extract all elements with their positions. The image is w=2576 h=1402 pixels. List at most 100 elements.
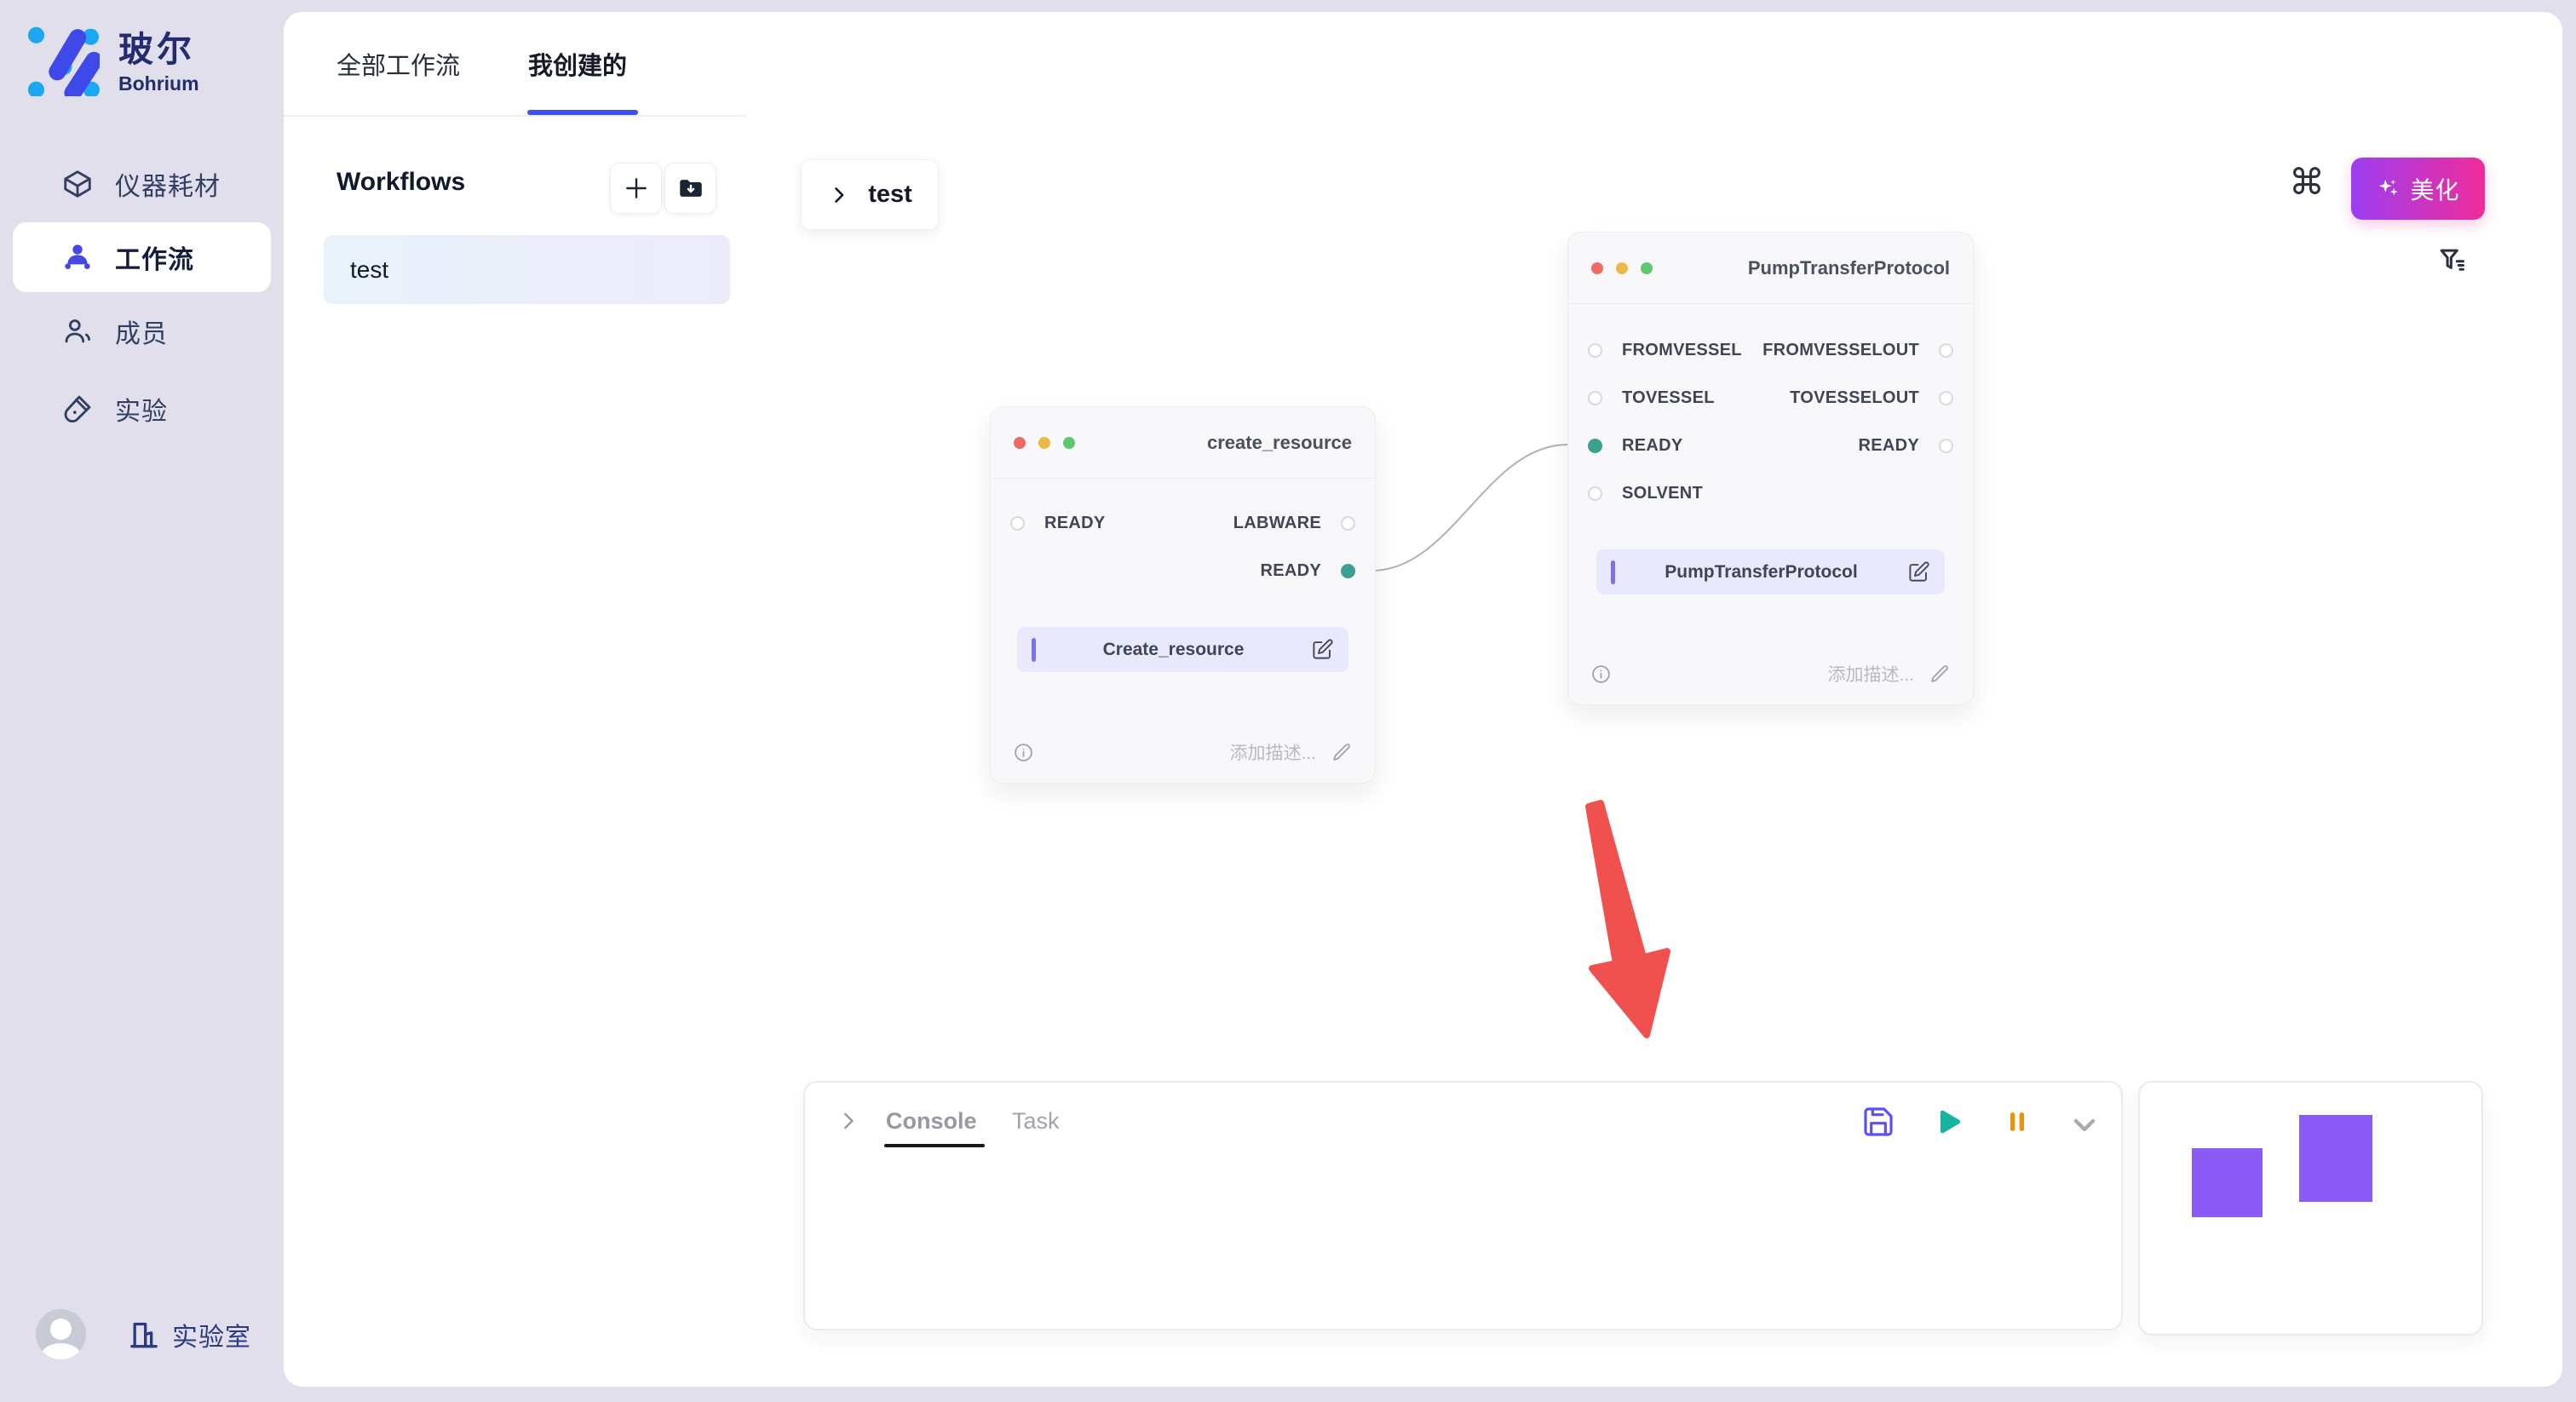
workflow-list-item-test[interactable]: test <box>324 235 730 304</box>
port-circle-connected[interactable] <box>1588 439 1602 453</box>
sidebar-footer: 实验室 <box>36 1309 251 1359</box>
workflows-list-panel: Workflows test <box>284 115 747 1387</box>
import-folder-button[interactable] <box>664 163 716 214</box>
folder-download-icon <box>676 174 705 203</box>
expand-chevron-icon[interactable] <box>836 1108 861 1134</box>
pencil-icon[interactable] <box>1929 664 1951 685</box>
tab-task[interactable]: Task <box>1012 1108 1060 1135</box>
port-row: SOLVENT <box>1568 483 1973 503</box>
port-circle-connected[interactable] <box>1341 564 1355 578</box>
output-port-ready[interactable]: READY <box>1858 436 1953 456</box>
tab-all-workflows[interactable]: 全部工作流 <box>336 46 460 82</box>
filter-icon[interactable] <box>2435 244 2468 281</box>
output-port-tovesselout[interactable]: TOVESSELOUT <box>1790 388 1953 408</box>
brand-name-en: Bohrium <box>118 72 199 95</box>
node-footer: 添加描述... <box>991 721 1375 783</box>
workflows-panel-title: Workflows <box>336 168 465 197</box>
node-action-label: PumpTransferProtocol <box>1615 562 1907 583</box>
chevron-right-icon <box>827 183 851 207</box>
workflow-item-name: test <box>350 256 388 284</box>
node-create-resource[interactable]: create_resource READY LABWARE READY <box>990 406 1376 784</box>
port-circle[interactable] <box>1939 343 1953 358</box>
workflow-tabbar: 全部工作流 我创建的 <box>284 12 2562 117</box>
sidebar-item-label: 仪器耗材 <box>115 165 221 203</box>
sidebar-item-members[interactable]: 成员 <box>0 292 284 370</box>
sidebar-item-workflows[interactable]: 工作流 <box>13 222 271 292</box>
input-port-ready[interactable]: READY <box>1010 514 1106 533</box>
plus-icon <box>623 175 650 202</box>
port-circle[interactable] <box>1010 516 1025 531</box>
beautify-button[interactable]: 美化 <box>2351 158 2485 220</box>
node-title: PumpTransferProtocol <box>1748 257 1950 279</box>
tab-console[interactable]: Console <box>886 1108 977 1135</box>
traffic-dot-green <box>1641 262 1653 274</box>
input-port-ready[interactable]: READY <box>1588 436 1683 456</box>
bohrium-logo-icon <box>26 23 100 96</box>
node-pump-transfer-protocol[interactable]: PumpTransferProtocol FROMVESSEL FROMVESS… <box>1567 232 1974 705</box>
edit-icon[interactable] <box>1311 638 1334 661</box>
lab-switcher[interactable]: 实验室 <box>127 1316 251 1353</box>
sidebar-item-instruments[interactable]: 仪器耗材 <box>0 145 284 222</box>
members-icon <box>60 314 95 348</box>
sidebar-nav: 仪器耗材 工作流 成员 <box>0 145 284 447</box>
console-panel: Console Task <box>803 1081 2123 1330</box>
output-port-labware[interactable]: LABWARE <box>1233 514 1355 533</box>
sidebar-item-experiments[interactable]: 实验 <box>0 370 284 447</box>
traffic-dot-green <box>1063 437 1075 449</box>
description-placeholder[interactable]: 添加描述... <box>1229 739 1316 765</box>
test-tube-icon <box>60 392 95 426</box>
port-circle[interactable] <box>1588 486 1602 501</box>
sidebar-item-label: 实验 <box>115 390 168 428</box>
canvas-breadcrumb-test[interactable]: test <box>801 159 939 230</box>
sidebar: 玻尔 Bohrium 仪器耗材 <box>0 0 284 1402</box>
output-port-ready[interactable]: READY <box>1260 561 1355 581</box>
port-row: READY READY <box>1568 435 1973 456</box>
input-port-fromvessel[interactable]: FROMVESSEL <box>1588 341 1742 360</box>
tab-my-created[interactable]: 我创建的 <box>528 46 627 82</box>
traffic-dots <box>1591 262 1653 274</box>
node-header: create_resource <box>991 407 1375 479</box>
output-port-fromvesselout[interactable]: FROMVESSELOUT <box>1762 341 1953 360</box>
user-avatar[interactable] <box>36 1309 86 1359</box>
main-panel: 全部工作流 我创建的 Workflows test <box>284 12 2562 1387</box>
port-label: FROMVESSELOUT <box>1762 341 1919 360</box>
workflow-canvas[interactable]: test create_resource READY LABWARE <box>745 115 2562 1387</box>
port-row: TOVESSEL TOVESSELOUT <box>1568 388 1973 408</box>
lab-label: 实验室 <box>172 1316 251 1353</box>
node-action-pump-transfer[interactable]: PumpTransferProtocol <box>1596 549 1945 595</box>
port-label: READY <box>1858 436 1919 456</box>
building-icon <box>127 1318 161 1352</box>
minimap[interactable] <box>2138 1081 2483 1336</box>
port-circle[interactable] <box>1588 343 1602 358</box>
input-port-tovessel[interactable]: TOVESSEL <box>1588 388 1715 408</box>
minimap-node-pump-transfer <box>2299 1115 2372 1202</box>
traffic-dot-red <box>1591 262 1603 274</box>
traffic-dot-red <box>1014 437 1026 449</box>
chevron-down-icon[interactable] <box>2067 1108 2102 1142</box>
pencil-icon[interactable] <box>1331 742 1353 763</box>
brand-logo[interactable]: 玻尔 Bohrium <box>26 23 199 96</box>
traffic-dot-yellow <box>1038 437 1050 449</box>
run-play-icon[interactable] <box>1931 1105 1965 1139</box>
brand-name-zh: 玻尔 <box>118 30 199 69</box>
port-circle[interactable] <box>1341 516 1355 531</box>
info-icon[interactable] <box>1013 742 1034 763</box>
port-circle[interactable] <box>1939 391 1953 405</box>
save-icon[interactable] <box>1861 1105 1895 1139</box>
command-palette-icon[interactable]: ⌘ <box>2289 164 2325 200</box>
node-action-create-resource[interactable]: Create_resource <box>1017 627 1348 672</box>
port-label: SOLVENT <box>1622 484 1703 503</box>
add-workflow-button[interactable] <box>610 163 662 214</box>
info-icon[interactable] <box>1590 664 1612 685</box>
sidebar-item-label: 成员 <box>115 313 168 350</box>
cube-icon <box>60 167 95 201</box>
port-label: TOVESSELOUT <box>1790 388 1919 408</box>
edit-icon[interactable] <box>1907 560 1930 583</box>
input-port-solvent[interactable]: SOLVENT <box>1588 484 1703 503</box>
pause-icon[interactable] <box>2000 1105 2034 1139</box>
brand-text: 玻尔 Bohrium <box>118 23 199 95</box>
port-circle[interactable] <box>1588 391 1602 405</box>
port-circle[interactable] <box>1939 439 1953 453</box>
bohrium-workflow-app: { "brand": {"zh": "玻尔", "en": "Bohrium"}… <box>0 0 2576 1402</box>
description-placeholder[interactable]: 添加描述... <box>1827 661 1914 687</box>
